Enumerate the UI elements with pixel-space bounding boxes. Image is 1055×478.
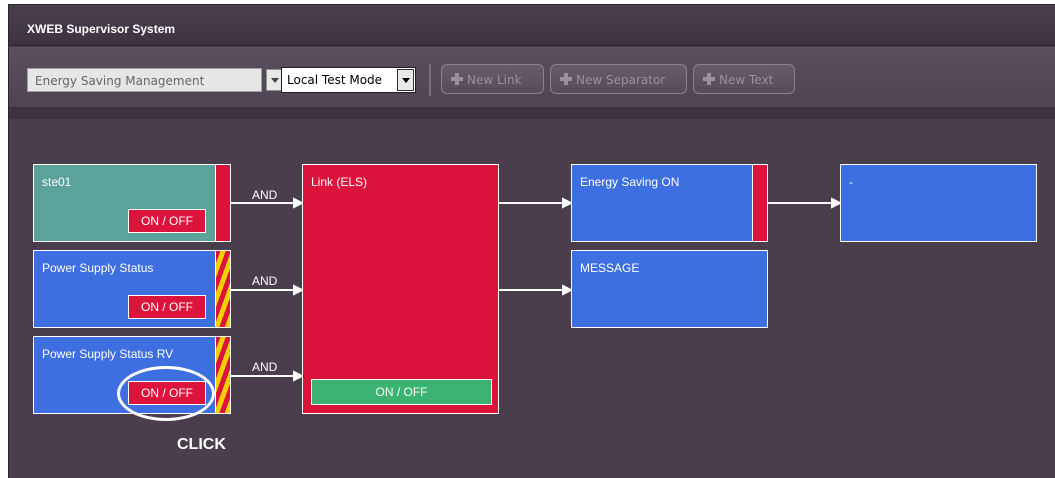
node-name: - — [849, 175, 853, 189]
link-els-onoff-button[interactable]: ON / OFF — [311, 379, 492, 405]
node-name: ste01 — [42, 175, 72, 189]
click-annotation: CLICK — [177, 436, 226, 453]
click-highlight-ellipse — [117, 366, 215, 421]
node-message[interactable]: MESSAGE — [571, 250, 768, 328]
status-bar — [752, 165, 767, 241]
node-ste01[interactable]: ste01 ON / OFF — [33, 164, 231, 242]
arrow-head — [562, 197, 574, 209]
arrow-head — [293, 370, 305, 382]
arrow-head — [293, 197, 305, 209]
arrow-head — [831, 197, 843, 209]
ste01-onoff-button[interactable]: ON / OFF — [128, 209, 206, 233]
node-name: Power Supply Status — [42, 261, 154, 275]
arrow-head — [562, 284, 574, 296]
status-bar-striped — [215, 337, 230, 413]
node-dash[interactable]: - — [840, 164, 1037, 242]
node-name: MESSAGE — [580, 261, 640, 275]
node-name: Energy Saving ON — [580, 175, 680, 189]
node-name: Link (ELS) — [311, 175, 368, 189]
node-energy-saving-on[interactable]: Energy Saving ON — [571, 164, 768, 242]
status-bar — [215, 165, 230, 241]
gate-label-and: AND — [252, 360, 278, 374]
arrow-head — [293, 284, 305, 296]
node-link-els[interactable]: Link (ELS) ON / OFF — [302, 164, 499, 414]
status-bar-striped — [215, 251, 230, 327]
gate-label-and: AND — [252, 274, 278, 288]
node-power-supply-status[interactable]: Power Supply Status ON / OFF — [33, 250, 231, 328]
gate-label-and: AND — [252, 188, 278, 202]
power-supply-status-onoff-button[interactable]: ON / OFF — [128, 295, 206, 319]
node-name: Power Supply Status RV — [42, 347, 174, 361]
